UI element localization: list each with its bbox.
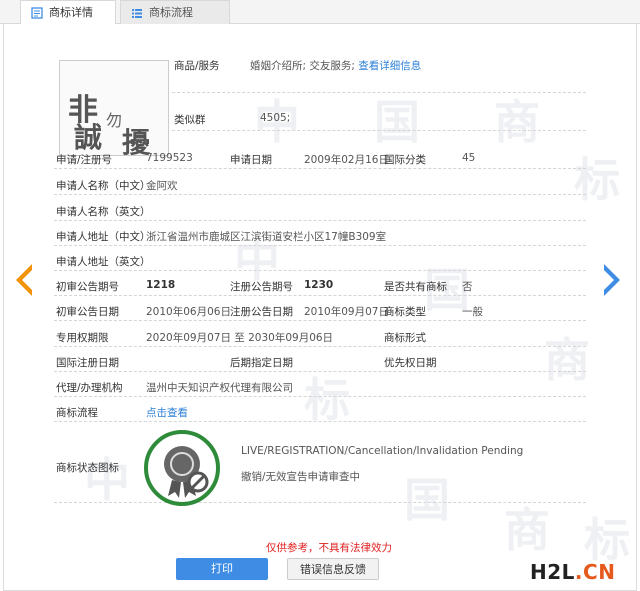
document-icon [31, 7, 43, 19]
intl-class-label: 国际分类 [384, 154, 426, 166]
status-stamp [144, 430, 220, 506]
divider [54, 502, 586, 503]
divider [172, 92, 586, 93]
tab-trademark-flow[interactable]: 商标流程 [120, 0, 230, 24]
tab-label: 商标流程 [149, 6, 193, 19]
next-arrow-icon[interactable] [602, 262, 624, 298]
goods-services-label: 商品/服务 [174, 60, 220, 72]
similar-group-label: 类似群 [174, 114, 206, 126]
status-en: LIVE/REGISTRATION/Cancellation/Invalidat… [241, 445, 524, 457]
divider [54, 270, 586, 271]
tm-type-label: 商标类型 [384, 306, 426, 318]
list-icon [132, 9, 142, 18]
reg-no-value: 7199523 [146, 152, 193, 164]
apply-date-label: 申请日期 [230, 154, 272, 166]
logo-char: 勿 [106, 111, 123, 130]
divider [54, 194, 586, 195]
prelim-date-label: 初审公告日期 [56, 306, 119, 318]
watermark: 商 [544, 333, 590, 387]
divider [54, 295, 586, 296]
tab-label: 商标详情 [49, 6, 93, 19]
site-logo-part: H2L [530, 560, 575, 584]
prelim-no-label: 初审公告期号 [56, 281, 119, 293]
divider [172, 130, 586, 131]
watermark: 中 [84, 453, 130, 507]
address-cn-label: 申请人地址（中文） [56, 231, 151, 243]
reg-pub-date-label: 注册公告日期 [230, 306, 293, 318]
flow-label: 商标流程 [56, 407, 98, 419]
address-en-label: 申请人地址（英文） [56, 256, 151, 268]
priority-date-label: 优先权日期 [384, 357, 437, 369]
reg-pub-no-value: 1230 [304, 279, 334, 291]
disclaimer-text: 仅供参考，不具有法律效力 [266, 542, 392, 554]
flow-view-link[interactable]: 点击查看 [146, 405, 188, 420]
site-logo: H2L.CN [530, 560, 615, 584]
divider [54, 220, 586, 221]
intl-reg-date-label: 国际注册日期 [56, 357, 119, 369]
reg-pub-no-label: 注册公告期号 [230, 281, 293, 293]
site-logo-dot: . [574, 560, 584, 584]
applicant-cn-value: 金阿欢 [146, 180, 178, 192]
tm-form-label: 商标形式 [384, 332, 426, 344]
view-details-link[interactable]: 查看详细信息 [358, 60, 421, 72]
shared-label: 是否共有商标 [384, 281, 447, 293]
goods-services-text: 婚姻介绍所; 交友服务; [250, 60, 355, 72]
divider [54, 396, 586, 397]
tab-bar: 商标详情 商标流程 [0, 0, 640, 25]
apply-date-value: 2009年02月16日 [304, 154, 389, 166]
watermark: 国 [374, 95, 420, 149]
print-button[interactable]: 打印 [176, 558, 268, 580]
watermark: 商 [494, 95, 540, 149]
divider [54, 371, 586, 372]
trademark-image: 非 誠 勿 擾 [59, 60, 169, 159]
prelim-no-value: 1218 [146, 279, 176, 291]
similar-group-value: 4505; [260, 112, 291, 124]
goods-services-value: 婚姻介绍所; 交友服务; 查看详细信息 [250, 58, 421, 73]
address-cn-value: 浙江省温州市鹿城区江滨街道安栏小区17幢B309室 [146, 231, 387, 243]
prev-arrow-icon[interactable] [12, 262, 34, 298]
prelim-date-value: 2010年06月06日 [146, 306, 231, 318]
error-feedback-button[interactable]: 错误信息反馈 [287, 558, 379, 580]
tm-type-value: 一般 [462, 306, 483, 318]
applicant-cn-label: 申请人名称（中文） [56, 180, 151, 192]
watermark: 国 [404, 473, 450, 527]
divider [54, 320, 586, 321]
tab-trademark-detail[interactable]: 商标详情 [20, 0, 116, 25]
agent-label: 代理/办理机构 [56, 382, 123, 394]
divider [54, 245, 586, 246]
exclusive-period-value: 2020年09月07日 至 2030年09月06日 [146, 332, 334, 344]
status-icon-label: 商标状态图标 [56, 462, 119, 474]
trademark-detail-panel: 中 国 商 标 中 国 商 标 中 国 商 标 非 誠 勿 擾 商品/服务 婚姻… [3, 24, 637, 591]
divider [54, 421, 586, 422]
watermark: 商 [504, 503, 550, 557]
later-date-label: 后期指定日期 [230, 357, 293, 369]
status-cn: 撤销/无效宣告申请审查中 [241, 471, 361, 483]
exclusive-period-label: 专用权期限 [56, 332, 109, 344]
agent-value: 温州中天知识产权代理有限公司 [146, 382, 293, 394]
applicant-en-label: 申请人名称（英文） [56, 206, 151, 218]
reg-pub-date-value: 2010年09月07日 [304, 306, 389, 318]
divider [54, 346, 586, 347]
site-logo-part: CN [583, 560, 616, 584]
logo-char: 誠 [74, 121, 103, 154]
intl-class-value: 45 [462, 152, 476, 164]
divider [54, 168, 586, 169]
award-badge-icon [164, 446, 209, 498]
watermark: 标 [574, 153, 620, 207]
reg-no-label: 申请/注册号 [56, 154, 113, 166]
shared-value: 否 [462, 281, 473, 293]
